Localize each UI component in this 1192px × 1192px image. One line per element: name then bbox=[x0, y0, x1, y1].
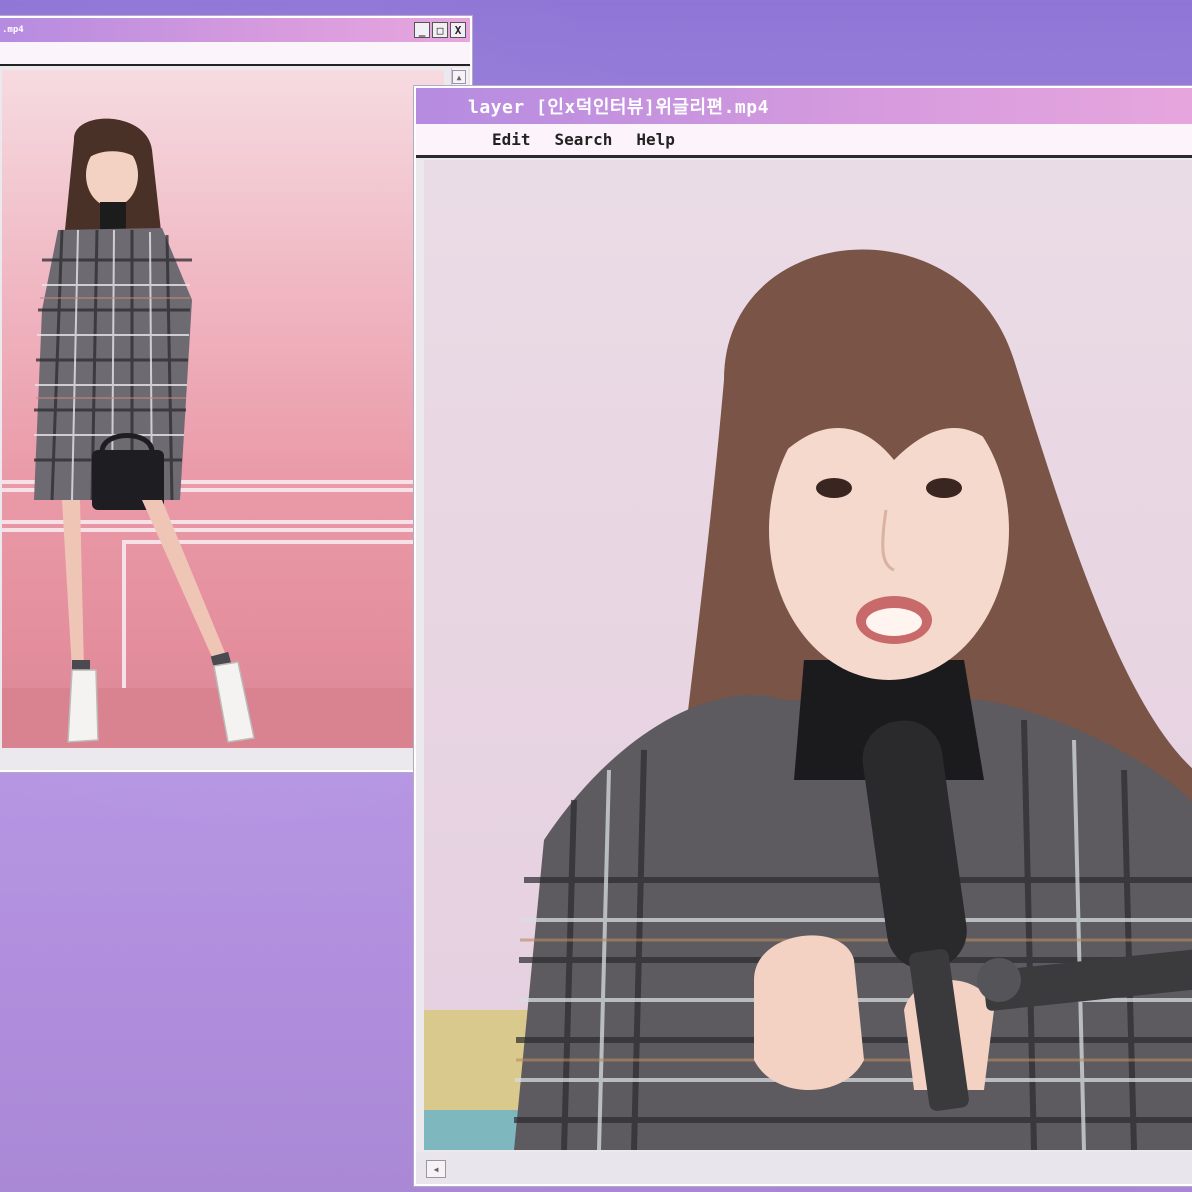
speaking-person-figure bbox=[424, 249, 1192, 1150]
menu-edit[interactable]: Edit bbox=[492, 130, 531, 149]
left-video-frame[interactable] bbox=[2, 70, 444, 748]
menu-help[interactable]: Help bbox=[636, 130, 675, 149]
left-window-titlebar[interactable]: .mp4 _ □ X bbox=[0, 18, 470, 42]
scroll-up-button[interactable]: ▲ bbox=[452, 70, 466, 84]
right-media-window[interactable]: layer [인x덕인터뷰]위글리편.mp4 Edit Search Help bbox=[414, 86, 1192, 1186]
right-window-menubar: Edit Search Help bbox=[416, 124, 1192, 158]
right-video-frame[interactable] bbox=[424, 160, 1192, 1150]
maximize-button[interactable]: □ bbox=[432, 22, 448, 38]
right-window-statusbar: ◀ bbox=[416, 1152, 1192, 1184]
right-window-title: layer [인x덕인터뷰]위글리편.mp4 bbox=[468, 97, 769, 118]
window-controls: _ □ X bbox=[414, 22, 466, 38]
minimize-button[interactable]: _ bbox=[414, 22, 430, 38]
left-window-title: .mp4 bbox=[2, 25, 24, 35]
close-button[interactable]: X bbox=[450, 22, 466, 38]
standing-person-figure bbox=[34, 118, 255, 743]
left-media-window[interactable]: .mp4 _ □ X ▲ bbox=[0, 16, 472, 772]
menu-search[interactable]: Search bbox=[555, 130, 613, 149]
right-window-titlebar[interactable]: layer [인x덕인터뷰]위글리편.mp4 bbox=[416, 88, 1192, 124]
scroll-left-button[interactable]: ◀ bbox=[426, 1160, 446, 1178]
left-window-menubar bbox=[0, 42, 470, 66]
